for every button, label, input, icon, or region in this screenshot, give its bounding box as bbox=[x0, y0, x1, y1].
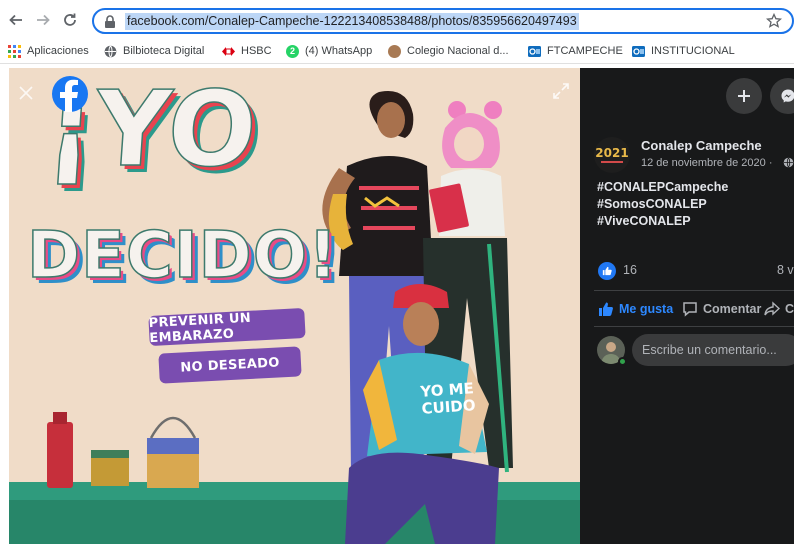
bookmark-label: HSBC bbox=[241, 45, 272, 57]
globe-icon bbox=[104, 45, 117, 58]
share-count[interactable]: 8 v bbox=[777, 263, 794, 277]
bookmark-apps[interactable]: Aplicaciones bbox=[8, 43, 89, 59]
reload-icon bbox=[64, 13, 76, 26]
bookmark-colegio[interactable]: Colegio Nacional d... bbox=[388, 43, 509, 59]
headline-decido: DECIDO! bbox=[26, 219, 339, 293]
outlook-icon bbox=[528, 45, 541, 58]
close-icon[interactable] bbox=[17, 84, 35, 102]
url-text[interactable]: facebook.com/Conalep-Campeche-1222134085… bbox=[125, 13, 579, 30]
bookmark-label: Aplicaciones bbox=[27, 45, 89, 57]
thumbs-up-icon bbox=[599, 302, 613, 316]
address-bar[interactable]: facebook.com/Conalep-Campeche-1222134085… bbox=[92, 8, 794, 34]
bookmark-ftcampeche[interactable]: FTCAMPECHE bbox=[528, 43, 623, 59]
fullscreen-icon[interactable] bbox=[552, 82, 570, 100]
arrow-left-icon bbox=[9, 14, 22, 26]
apps-grid-icon bbox=[8, 44, 21, 58]
hsbc-logo-icon bbox=[222, 45, 235, 58]
back-button[interactable] bbox=[6, 10, 26, 30]
bookmark-label: INSTITUCIONAL bbox=[651, 45, 735, 57]
arrow-right-icon bbox=[37, 14, 50, 26]
page-avatar[interactable]: 2021 bbox=[594, 137, 630, 173]
messenger-button[interactable] bbox=[770, 78, 794, 114]
divider bbox=[594, 290, 794, 291]
browser-toolbar: facebook.com/Conalep-Campeche-1222134085… bbox=[0, 0, 794, 38]
like-reaction-icon[interactable] bbox=[598, 262, 616, 280]
create-button[interactable] bbox=[726, 78, 762, 114]
messenger-icon bbox=[781, 89, 794, 103]
outlook-icon bbox=[632, 45, 645, 58]
photo-viewer[interactable]: ¡YO DECIDO! PREVENIR UN EMBARAZO NO DESE… bbox=[9, 68, 580, 544]
bookmark-institucional[interactable]: INSTITUCIONAL bbox=[632, 43, 735, 59]
reload-button[interactable] bbox=[60, 10, 80, 30]
bookmark-label: FTCAMPECHE bbox=[547, 45, 623, 57]
bookmark-whatsapp[interactable]: 2 (4) WhatsApp bbox=[286, 43, 372, 59]
comment-button[interactable]: Comentar bbox=[682, 299, 761, 319]
hashtag-link[interactable]: #ViveCONALEP bbox=[597, 214, 691, 228]
lock-icon bbox=[105, 15, 115, 28]
bookmark-label: Colegio Nacional d... bbox=[407, 45, 509, 57]
bookmark-biblioteca[interactable]: Bilbioteca Digital bbox=[104, 43, 204, 59]
bookmark-star-icon[interactable] bbox=[766, 13, 782, 29]
share-icon bbox=[764, 301, 780, 316]
bookmark-label: (4) WhatsApp bbox=[305, 45, 373, 57]
site-icon bbox=[388, 44, 401, 58]
share-button[interactable]: C bbox=[764, 299, 794, 319]
post-sidebar: 2021 Conalep Campeche 12 de noviembre de… bbox=[580, 68, 794, 544]
comment-input[interactable]: Escribe un comentario... bbox=[632, 334, 794, 366]
online-status-icon bbox=[618, 357, 627, 366]
like-count[interactable]: 16 bbox=[623, 263, 637, 277]
page-avatar-text: 2021 bbox=[595, 146, 629, 160]
like-button-label: Me gusta bbox=[619, 302, 674, 316]
plus-icon bbox=[738, 90, 750, 102]
shirt-text: YO ME CUIDO bbox=[420, 379, 476, 418]
like-button[interactable]: Me gusta bbox=[598, 299, 673, 319]
page-name[interactable]: Conalep Campeche bbox=[641, 138, 762, 153]
post-date[interactable]: 12 de noviembre de 2020 · bbox=[641, 157, 772, 169]
hashtag-link[interactable]: #SomosCONALEP bbox=[597, 197, 707, 211]
page-avatar-underline bbox=[601, 161, 623, 163]
globe-icon bbox=[783, 157, 794, 168]
hashtag-link[interactable]: #CONALEPCampeche bbox=[597, 180, 728, 194]
comment-icon bbox=[683, 302, 697, 317]
bookmark-label: Bilbioteca Digital bbox=[123, 45, 205, 57]
share-button-label: C bbox=[785, 302, 794, 316]
forward-button[interactable] bbox=[33, 10, 53, 30]
divider bbox=[594, 326, 794, 327]
bookmarks-bar: Aplicaciones Bilbioteca Digital HSBC 2 (… bbox=[0, 38, 794, 64]
bookmark-hsbc[interactable]: HSBC bbox=[222, 43, 272, 59]
comment-button-label: Comentar bbox=[703, 302, 762, 316]
whatsapp-icon: 2 bbox=[286, 44, 299, 58]
facebook-logo-icon[interactable] bbox=[52, 76, 88, 112]
